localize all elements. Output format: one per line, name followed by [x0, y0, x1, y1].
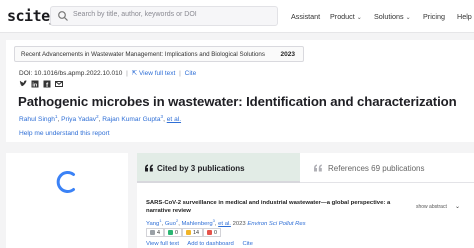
author-link[interactable]: Rajan Kumar Gupta3 — [102, 114, 163, 123]
author-link[interactable]: Priya Yadav2 — [61, 114, 98, 123]
contrasting-icon — [207, 230, 212, 235]
paper-header-card: Recent Advancements in Wastewater Manage… — [6, 40, 474, 142]
author-link[interactable]: Guo2 — [165, 218, 178, 227]
publication-year: 2023 — [280, 51, 295, 58]
help-understand-link[interactable]: Help me understand this report — [19, 130, 110, 137]
quote-icon — [145, 164, 153, 172]
nav-product[interactable]: Product ⌄ — [330, 12, 362, 21]
top-navigation-bar: scite_ Search by title, author, keywords… — [0, 0, 474, 33]
separator: | — [179, 70, 181, 77]
twitter-icon[interactable] — [19, 79, 27, 88]
cite-link[interactable]: Cite — [242, 241, 252, 247]
linkedin-icon[interactable]: in — [31, 80, 39, 88]
citation-actions: View full text Add to dashboard Cite — [146, 241, 260, 247]
search-icon — [58, 11, 68, 21]
email-icon[interactable] — [55, 80, 63, 88]
svg-text:in: in — [32, 82, 38, 88]
mentioning-count[interactable]: 4 — [146, 228, 164, 237]
view-full-text-link[interactable]: View full text — [146, 241, 179, 247]
supporting-count[interactable]: 0 — [164, 228, 182, 237]
author-link[interactable]: Yang1 — [146, 218, 162, 227]
citation-stats: 4 0 14 0 — [146, 228, 221, 237]
et-al-link[interactable]: et al. — [218, 221, 231, 227]
citation-year: 2023 — [232, 220, 246, 227]
tab-cited-by[interactable]: Cited by 3 publications — [137, 153, 300, 183]
view-full-text-link[interactable]: View full text — [139, 70, 175, 77]
author-list: Rahul Singh1, Priya Yadav2, Rajan Kumar … — [19, 114, 182, 124]
external-link-icon: ⇱ — [131, 70, 138, 77]
mentioning-icon — [150, 230, 155, 235]
citing-count[interactable]: 14 — [182, 228, 203, 237]
citation-meta: Yang1, Guo2, Mahlenberg3, et al. 2023 En… — [146, 218, 306, 227]
journal-badge[interactable]: Recent Advancements in Wastewater Manage… — [14, 46, 304, 62]
quote-icon — [314, 164, 322, 172]
citing-icon — [186, 230, 191, 235]
nav-product-label: Product — [330, 12, 355, 21]
smart-citations-panel — [6, 153, 128, 248]
contrasting-count[interactable]: 0 — [203, 228, 221, 237]
nav-pricing[interactable]: Pricing — [423, 12, 445, 21]
tab-references-label: References 69 publications — [328, 164, 425, 173]
chevron-down-icon: ⌄ — [356, 15, 362, 21]
nav-assistant[interactable]: Assistant — [291, 12, 320, 21]
author-link[interactable]: Rahul Singh1 — [19, 114, 57, 123]
tab-cited-by-label: Cited by 3 publications — [157, 164, 245, 173]
supporting-icon — [168, 230, 173, 235]
chevron-down-icon: ⌄ — [405, 15, 411, 21]
et-al-link[interactable]: et al. — [167, 116, 181, 123]
journal-name: Recent Advancements in Wastewater Manage… — [21, 51, 265, 58]
tab-references[interactable]: References 69 publications — [300, 153, 474, 183]
nav-solutions[interactable]: Solutions ⌄ — [374, 12, 411, 21]
cite-link[interactable]: Cite — [185, 70, 197, 77]
loading-spinner-icon — [56, 171, 75, 193]
citations-panel: Cited by 3 publications References 69 pu… — [137, 153, 474, 248]
author-link[interactable]: Mahlenberg3 — [182, 218, 215, 227]
nav-solutions-label: Solutions — [374, 12, 404, 21]
citation-journal[interactable]: Environ Sci Pollut Res — [247, 221, 305, 227]
doi-row: DOI: 10.1016/bs.apmp.2022.10.010 | ⇱ Vie… — [19, 69, 196, 77]
facebook-icon[interactable]: f — [43, 80, 51, 88]
separator: | — [126, 70, 128, 77]
chevron-down-icon[interactable]: ⌄ — [455, 203, 460, 210]
share-icons: in f — [19, 79, 63, 88]
search-placeholder: Search by title, author, keywords or DOI — [73, 11, 197, 18]
show-abstract-button[interactable]: show abstract — [416, 204, 447, 210]
paper-title: Pathogenic microbes in wastewater: Ident… — [18, 94, 457, 109]
add-to-dashboard-link[interactable]: Add to dashboard — [187, 241, 234, 247]
nav-help[interactable]: Help — [457, 12, 472, 21]
doi-text: DOI: 10.1016/bs.apmp.2022.10.010 — [19, 70, 123, 77]
search-input[interactable]: Search by title, author, keywords or DOI — [50, 6, 278, 26]
citation-title[interactable]: SARS-CoV-2 surveillance in medical and i… — [146, 200, 404, 215]
